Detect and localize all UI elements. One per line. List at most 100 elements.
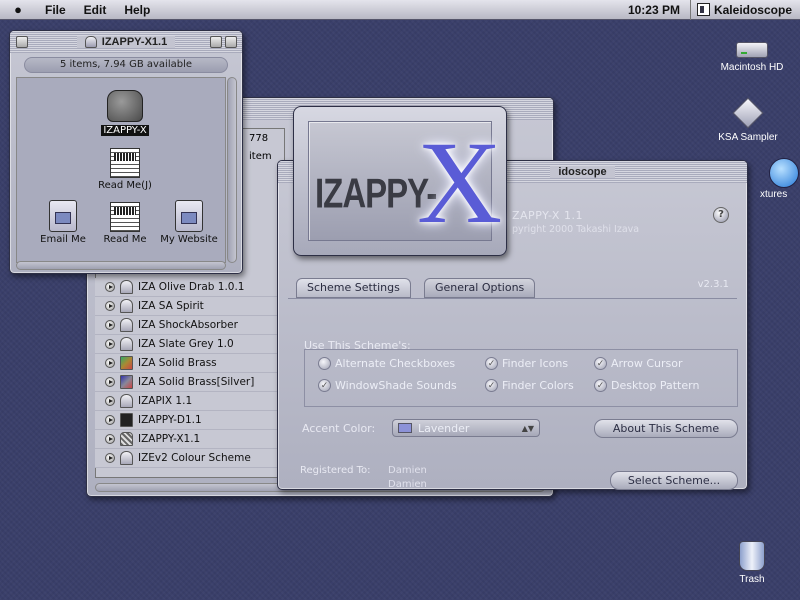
option-label: Arrow Cursor bbox=[611, 357, 683, 370]
icon-label: My Website bbox=[160, 234, 218, 245]
disclosure-triangle-icon[interactable] bbox=[105, 358, 115, 368]
icon-read-me-j[interactable]: Read Me(J) bbox=[93, 148, 157, 191]
list-row[interactable]: IZAPPY-D1.1 bbox=[95, 411, 285, 430]
tab-scheme-settings[interactable]: Scheme Settings bbox=[296, 278, 411, 298]
silver-file-icon bbox=[120, 375, 133, 389]
scheme-name: ZAPPY-X 1.1 bbox=[512, 209, 583, 222]
checkbox-checked-icon: ✓ bbox=[594, 379, 607, 392]
list-row[interactable]: IZA SA Spirit bbox=[95, 297, 285, 316]
disclosure-triangle-icon[interactable] bbox=[105, 339, 115, 349]
disclosure-triangle-icon[interactable] bbox=[105, 320, 115, 330]
option-windowshade-sounds[interactable]: ✓ WindowShade Sounds bbox=[318, 379, 457, 392]
icon-my-website[interactable]: My Website bbox=[157, 200, 221, 245]
list-row[interactable]: IZAPPY-X1.1 bbox=[95, 430, 285, 449]
registered-name-1: Damien bbox=[388, 465, 427, 476]
trash-icon bbox=[739, 541, 765, 571]
vertical-scrollbar[interactable] bbox=[227, 77, 237, 263]
disclosure-triangle-icon[interactable] bbox=[105, 415, 115, 425]
icon-izappy-x[interactable]: IZAPPY-X bbox=[97, 90, 153, 136]
tab-general-options[interactable]: General Options bbox=[424, 278, 536, 298]
finder-window-titlebar[interactable]: IZAPPY-X1.1 bbox=[10, 31, 242, 53]
registered-to-label: Registered To: bbox=[300, 465, 371, 476]
disclosure-triangle-icon[interactable] bbox=[105, 453, 115, 463]
list-row[interactable]: IZA Solid Brass[Silver] bbox=[95, 373, 285, 392]
menu-bar: ● File Edit Help 10:23 PM Kaleidoscope bbox=[0, 0, 800, 20]
list-row[interactable]: IZA Solid Brass bbox=[95, 354, 285, 373]
menu-edit[interactable]: Edit bbox=[75, 3, 116, 17]
window-info-bar: 5 items, 7.94 GB available bbox=[24, 57, 228, 73]
menu-clock[interactable]: 10:23 PM bbox=[618, 0, 691, 20]
scheme-file-icon bbox=[120, 299, 133, 313]
disk-icon bbox=[84, 36, 97, 48]
list-row[interactable]: IZEv2 Colour Scheme bbox=[95, 449, 285, 468]
desktop-icon-ksa-sampler[interactable]: KSA Sampler bbox=[708, 97, 788, 143]
desktop-icon-label: KSA Sampler bbox=[718, 132, 778, 143]
disclosure-triangle-icon[interactable] bbox=[105, 301, 115, 311]
select-scheme-button[interactable]: Select Scheme... bbox=[610, 471, 738, 490]
document-icon bbox=[110, 202, 140, 232]
apple-menu-icon[interactable]: ● bbox=[0, 2, 36, 17]
help-icon[interactable]: ? bbox=[713, 207, 729, 223]
list-row[interactable]: IZAPIX 1.1 bbox=[95, 392, 285, 411]
disclosure-triangle-icon[interactable] bbox=[105, 434, 115, 444]
list-row-name: IZA ShockAbsorber bbox=[138, 319, 238, 331]
icon-email-me[interactable]: Email Me bbox=[35, 200, 91, 245]
logo-inner: IZAPPY- X bbox=[308, 121, 502, 242]
close-box[interactable] bbox=[16, 36, 28, 48]
menu-help[interactable]: Help bbox=[115, 3, 159, 17]
finder-icon-window[interactable]: IZAPPY-X1.1 5 items, 7.94 GB available I… bbox=[9, 30, 243, 274]
collapse-box[interactable] bbox=[225, 36, 237, 48]
scheme-file-icon bbox=[120, 280, 133, 294]
desktop-icon-textures[interactable]: xtures bbox=[760, 189, 800, 200]
disclosure-triangle-icon[interactable] bbox=[105, 282, 115, 292]
ksa-sampler-icon bbox=[732, 97, 764, 129]
drive-icon bbox=[107, 90, 143, 122]
kaleidoscope-app-icon bbox=[696, 3, 710, 16]
scheme-copyright: pyright 2000 Takashi Izava bbox=[512, 224, 640, 235]
option-alternate-checkboxes[interactable]: Alternate Checkboxes bbox=[318, 357, 455, 370]
logo-x-mark: X bbox=[417, 117, 503, 248]
option-finder-colors[interactable]: ✓ Finder Colors bbox=[485, 379, 574, 392]
icon-view: IZAPPY-X Read Me(J) Email Me Read Me My … bbox=[16, 77, 226, 263]
horizontal-scrollbar[interactable] bbox=[16, 261, 226, 270]
desktop-icon-trash[interactable]: Trash bbox=[722, 541, 782, 585]
list-row[interactable]: IZA Olive Drab 1.0.1 bbox=[95, 278, 285, 297]
html-file-icon bbox=[175, 200, 203, 232]
about-scheme-button[interactable]: About This Scheme bbox=[594, 419, 738, 438]
desktop-icon-macintosh-hd[interactable]: Macintosh HD bbox=[712, 42, 792, 73]
pattern-file-icon bbox=[120, 432, 133, 446]
checkbox-unchecked-icon bbox=[318, 357, 331, 370]
disclosure-triangle-icon[interactable] bbox=[105, 377, 115, 387]
disclosure-triangle-icon[interactable] bbox=[105, 396, 115, 406]
option-arrow-cursor[interactable]: ✓ Arrow Cursor bbox=[594, 357, 683, 370]
checkbox-checked-icon: ✓ bbox=[594, 357, 607, 370]
textures-icon[interactable] bbox=[769, 158, 799, 188]
scheme-file-icon bbox=[120, 318, 133, 332]
option-finder-icons[interactable]: ✓ Finder Icons bbox=[485, 357, 568, 370]
desktop-icon-label: xtures bbox=[760, 189, 788, 200]
icon-label: Read Me(J) bbox=[98, 180, 152, 191]
checkbox-checked-icon: ✓ bbox=[485, 357, 498, 370]
list-row-name: IZA Solid Brass bbox=[138, 357, 217, 369]
list-row-name: IZEv2 Colour Scheme bbox=[138, 452, 251, 464]
option-label: Desktop Pattern bbox=[611, 379, 700, 392]
checkbox-checked-icon: ✓ bbox=[318, 379, 331, 392]
menu-file[interactable]: File bbox=[36, 3, 75, 17]
list-row[interactable]: IZA ShockAbsorber bbox=[95, 316, 285, 335]
application-switcher[interactable]: Kaleidoscope bbox=[691, 3, 800, 17]
zoom-box[interactable] bbox=[210, 36, 222, 48]
accent-color-popup[interactable]: Lavender ▲▼ bbox=[392, 419, 540, 437]
icon-label: Read Me bbox=[103, 234, 147, 245]
list-row[interactable]: IZA Slate Grey 1.0 bbox=[95, 335, 285, 354]
registered-name-2: Damien bbox=[388, 479, 427, 490]
scheme-file-icon bbox=[120, 394, 133, 408]
list-row-name: IZA Olive Drab 1.0.1 bbox=[138, 281, 245, 293]
icon-read-me[interactable]: Read Me bbox=[97, 202, 153, 245]
scheme-file-icon bbox=[120, 337, 133, 351]
desktop-icon-label: Trash bbox=[739, 574, 765, 585]
option-desktop-pattern[interactable]: ✓ Desktop Pattern bbox=[594, 379, 699, 392]
option-label: Alternate Checkboxes bbox=[335, 357, 456, 370]
list-row-name: IZAPIX 1.1 bbox=[138, 395, 193, 407]
list-row-name: IZAPPY-X1.1 bbox=[138, 433, 201, 445]
html-file-icon bbox=[49, 200, 77, 232]
